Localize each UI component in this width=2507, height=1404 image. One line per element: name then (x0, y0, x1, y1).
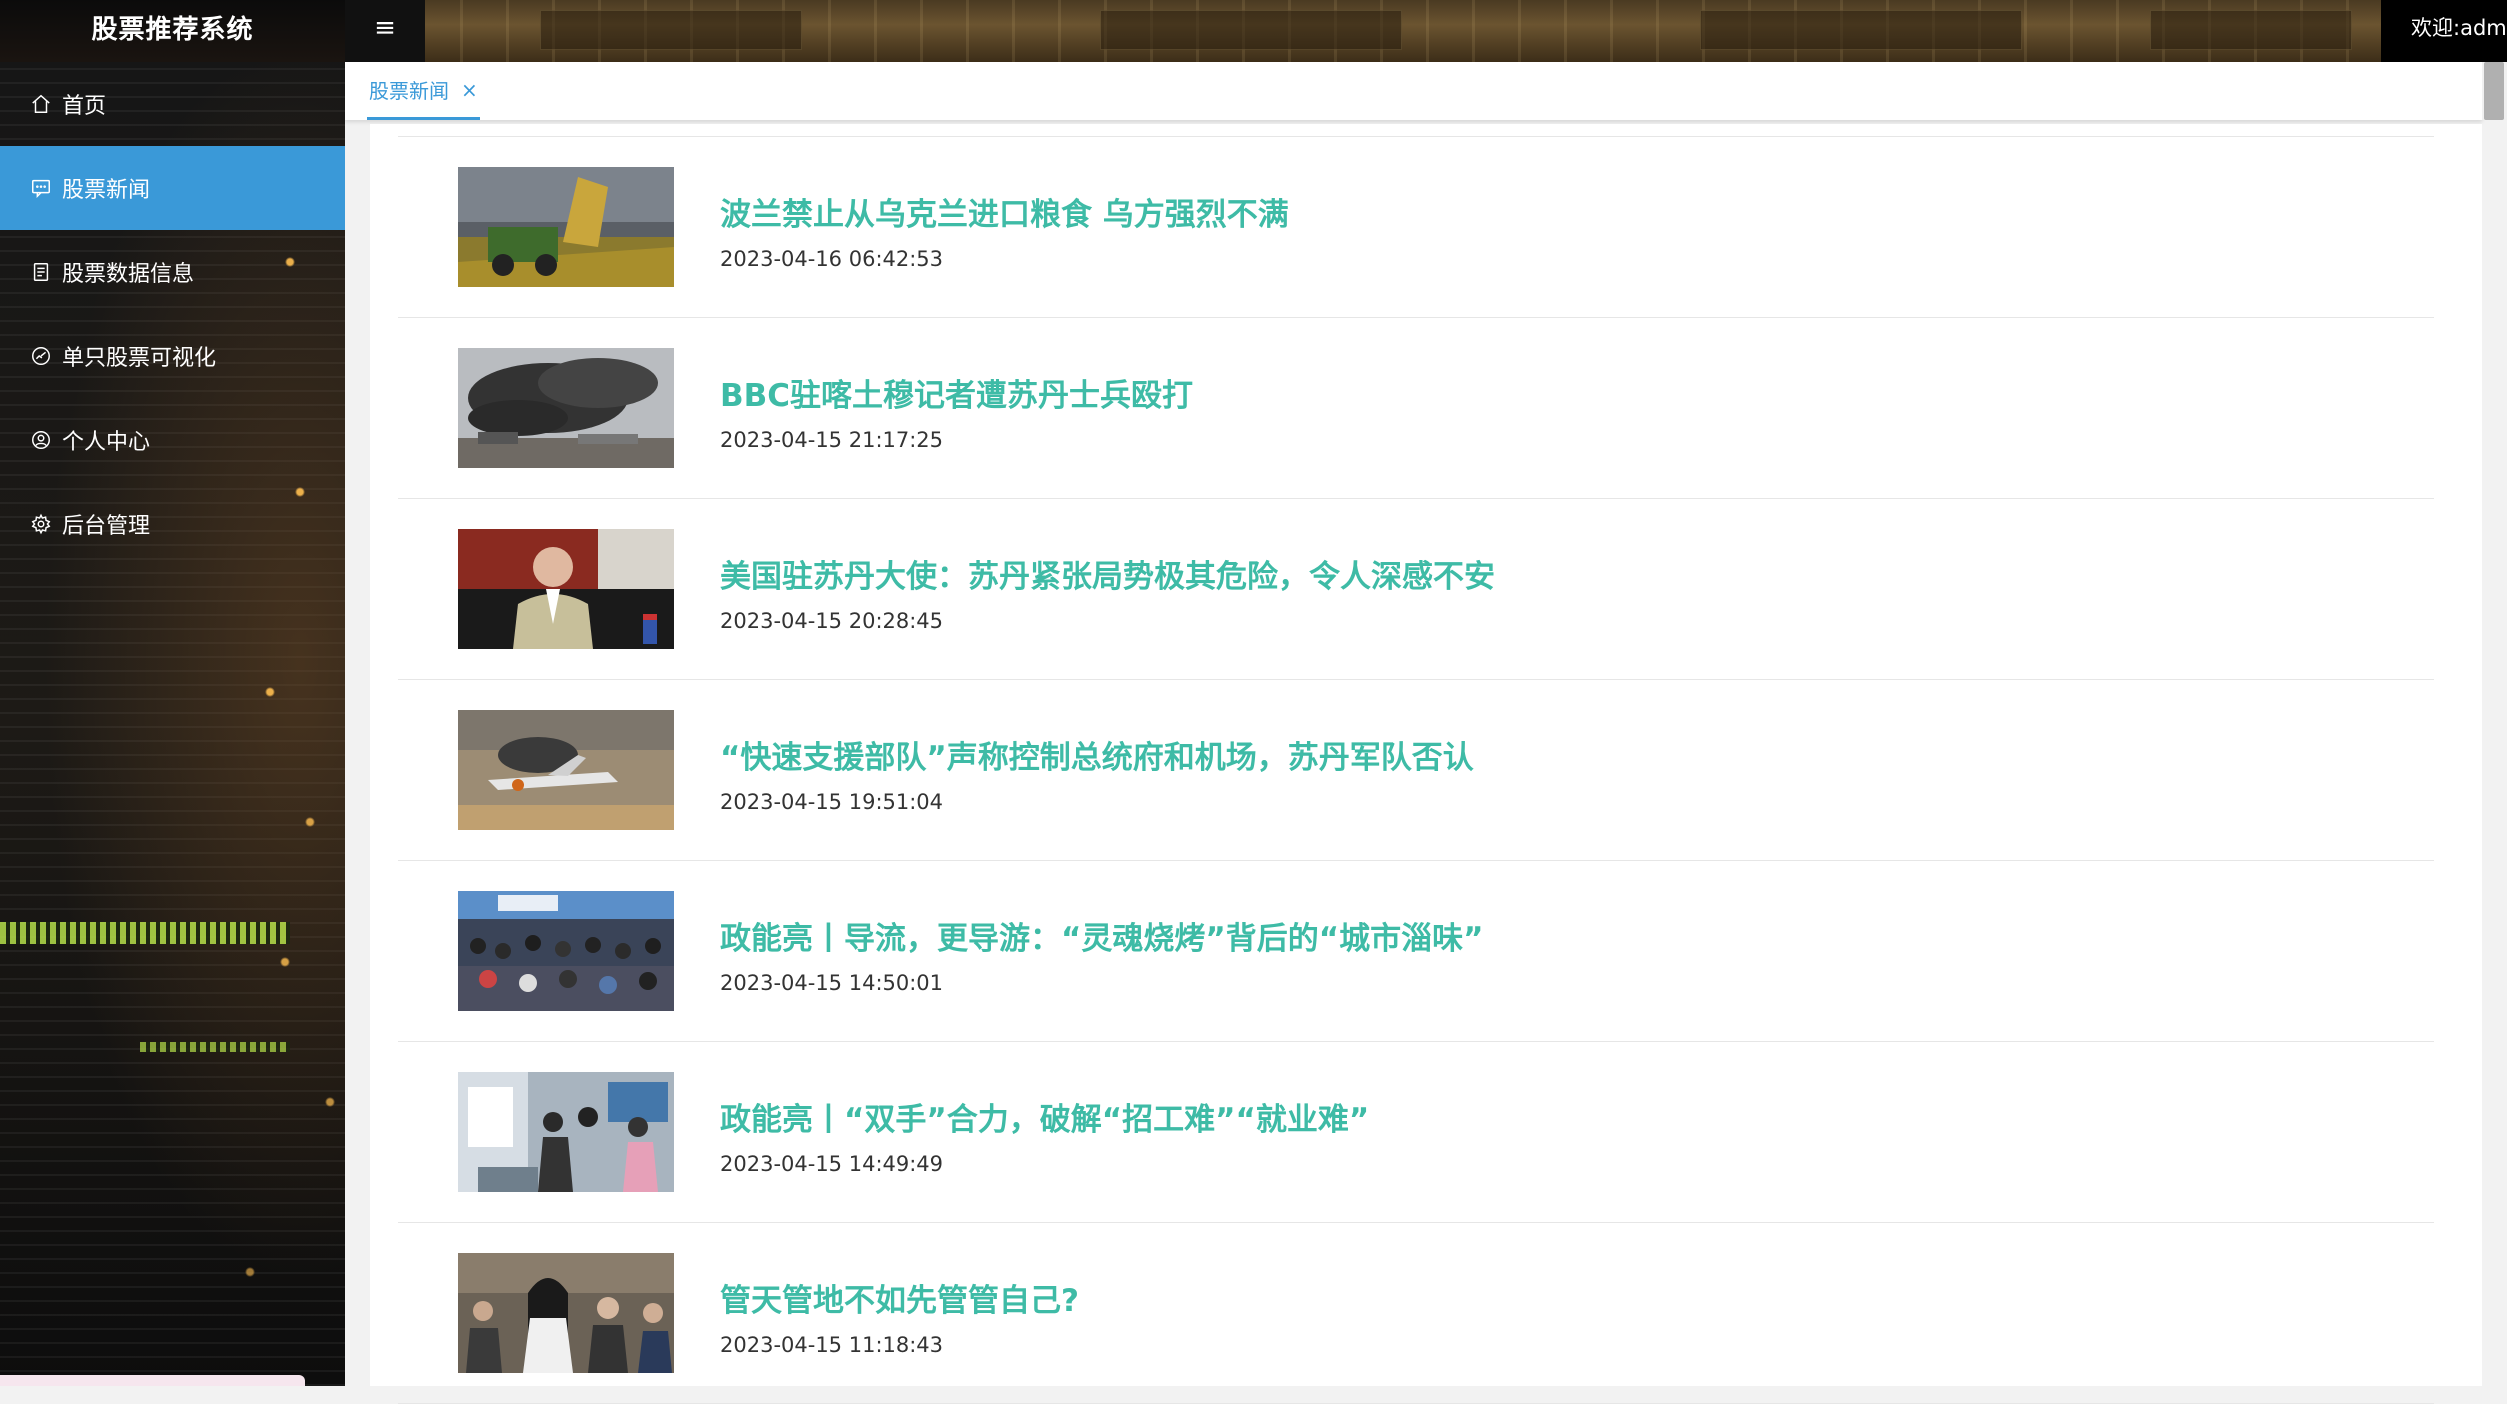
news-date: 2023-04-16 06:42:53 (720, 247, 944, 271)
gear-icon (28, 511, 54, 537)
user-icon (28, 427, 54, 453)
sidebar-background-lights (140, 1042, 290, 1052)
tab-label: 股票新闻 (369, 79, 449, 103)
tab-stock-news[interactable]: 股票新闻 × (367, 62, 480, 120)
news-thumbnail[interactable] (458, 891, 674, 1011)
news-thumbnail[interactable] (458, 710, 674, 830)
top-header: 股票推荐系统 ≡ 欢迎:admin (0, 0, 2507, 62)
welcome-text: 欢迎:admin (2411, 16, 2507, 40)
news-date: 2023-04-15 20:28:45 (720, 609, 944, 633)
menu-toggle-button[interactable]: ≡ (345, 0, 425, 62)
sidebar-background-lights (0, 922, 290, 944)
news-item[interactable]: 政能亮丨“双手”合力，破解“招工难”“就业难” 2023-04-15 14:49… (398, 1042, 2434, 1223)
sidebar-item-label: 个人中心 (62, 430, 151, 455)
sidebar: 首页 股票新闻 股票数据信息 单只股票可视化 个人中心 后台管理 (0, 62, 345, 1386)
header-background-panel (540, 10, 802, 50)
news-item[interactable]: 管天管地不如先管管自己? 2023-04-15 11:18:43 (398, 1223, 2434, 1404)
sidebar-item-label: 首页 (62, 94, 107, 119)
tabs-bar: 股票新闻 × (345, 62, 2482, 120)
news-title[interactable]: “快速支援部队”声称控制总统府和机场，苏丹军队否认 (720, 732, 1474, 777)
news-item[interactable]: 政能亮丨导流，更导游：“灵魂烧烤”背后的“城市淄味” 2023-04-15 14… (398, 861, 2434, 1042)
header-background-panel (1100, 10, 1402, 50)
header-background-panel (1700, 10, 2022, 50)
news-title[interactable]: 波兰禁止从乌克兰进口粮食 乌方强烈不满 (720, 189, 1289, 234)
news-date: 2023-04-15 19:51:04 (720, 790, 944, 814)
sidebar-item-personal-center[interactable]: 个人中心 (0, 398, 345, 482)
sidebar-item-label: 单只股票可视化 (62, 346, 217, 371)
sidebar-item-stock-visualization[interactable]: 单只股票可视化 (0, 314, 345, 398)
sidebar-item-label: 股票数据信息 (62, 262, 195, 287)
hamburger-icon: ≡ (374, 13, 396, 43)
news-item[interactable]: BBC驻喀土穆记者遭苏丹士兵殴打 2023-04-15 21:17:25 (398, 318, 2434, 499)
news-title[interactable]: 政能亮丨导流，更导游：“灵魂烧烤”背后的“城市淄味” (720, 913, 1484, 958)
scrollbar-thumb[interactable] (2484, 62, 2504, 120)
news-item[interactable]: 美国驻苏丹大使：苏丹紧张局势极其危险，令人深感不安 2023-04-15 20:… (398, 499, 2434, 680)
sidebar-item-home[interactable]: 首页 (0, 62, 345, 146)
news-title[interactable]: BBC驻喀土穆记者遭苏丹士兵殴打 (720, 370, 1193, 415)
news-date: 2023-04-15 21:17:25 (720, 428, 944, 452)
app-title: 股票推荐系统 (91, 14, 254, 45)
sidebar-item-label: 股票新闻 (62, 178, 151, 203)
sidebar-bottom-bar (0, 1375, 305, 1386)
news-item[interactable]: “快速支援部队”声称控制总统府和机场，苏丹军队否认 2023-04-15 19:… (398, 680, 2434, 861)
news-thumbnail[interactable] (458, 348, 674, 468)
user-welcome[interactable]: 欢迎:admin (2381, 0, 2507, 62)
sidebar-item-stock-news[interactable]: 股票新闻 (0, 146, 345, 230)
news-list: 波兰禁止从乌克兰进口粮食 乌方强烈不满 2023-04-16 06:42:53 … (398, 136, 2434, 1404)
news-thumbnail[interactable] (458, 1253, 674, 1373)
news-thumbnail[interactable] (458, 167, 674, 287)
news-title[interactable]: 政能亮丨“双手”合力，破解“招工难”“就业难” (720, 1094, 1369, 1139)
document-icon (28, 259, 54, 285)
news-item[interactable]: 波兰禁止从乌克兰进口粮食 乌方强烈不满 2023-04-16 06:42:53 (398, 137, 2434, 318)
sidebar-item-stock-data[interactable]: 股票数据信息 (0, 230, 345, 314)
news-date: 2023-04-15 14:50:01 (720, 971, 944, 995)
news-title[interactable]: 管天管地不如先管管自己? (720, 1275, 1079, 1320)
news-thumbnail[interactable] (458, 1072, 674, 1192)
logo-area: 股票推荐系统 (0, 0, 345, 62)
chart-icon (28, 343, 54, 369)
news-title[interactable]: 美国驻苏丹大使：苏丹紧张局势极其危险，令人深感不安 (720, 551, 1495, 596)
content-panel: 波兰禁止从乌克兰进口粮食 乌方强烈不满 2023-04-16 06:42:53 … (370, 124, 2482, 1404)
sidebar-item-label: 后台管理 (62, 514, 151, 539)
chat-icon (28, 175, 54, 201)
home-icon (28, 91, 54, 117)
news-thumbnail[interactable] (458, 529, 674, 649)
news-date: 2023-04-15 14:49:49 (720, 1152, 944, 1176)
news-date: 2023-04-15 11:18:43 (720, 1333, 944, 1357)
close-icon[interactable]: × (461, 78, 478, 102)
header-background-panel (2150, 10, 2352, 50)
sidebar-item-admin[interactable]: 后台管理 (0, 482, 345, 566)
